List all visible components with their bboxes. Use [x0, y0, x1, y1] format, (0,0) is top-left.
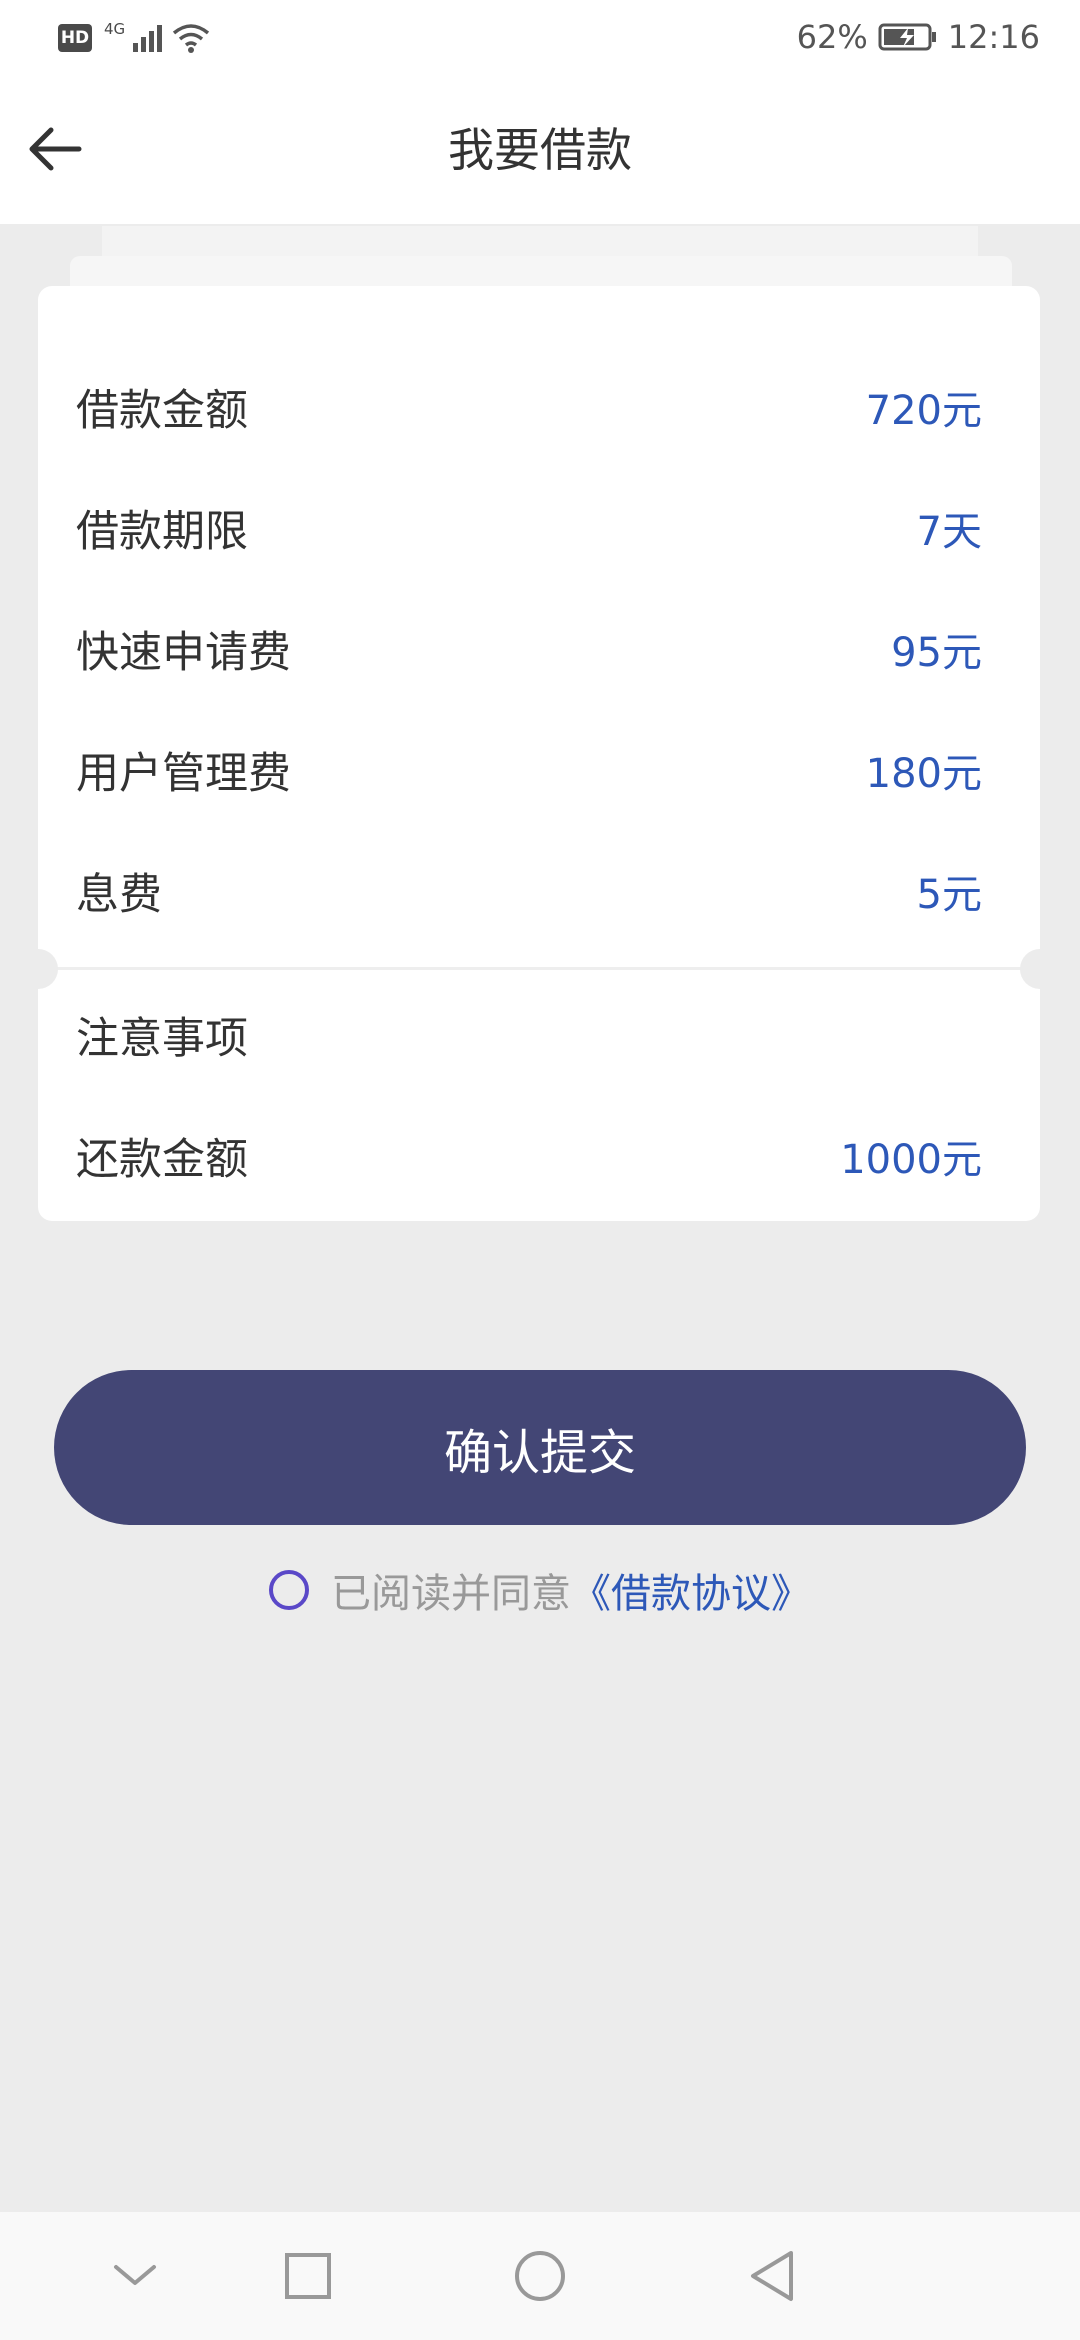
detail-value: 5元 — [916, 872, 982, 918]
header: 我要借款 — [0, 74, 1080, 224]
detail-value: 180元 — [865, 751, 982, 797]
detail-row-loan-term: 借款期限 7天 — [76, 493, 982, 563]
network-type: 4G — [104, 20, 126, 38]
system-nav-bar — [0, 2212, 1080, 2340]
signal-icon — [133, 25, 163, 52]
notice-label: 注意事项 — [76, 1014, 248, 1064]
agreement-row: 已阅读并同意 《借款协议》 — [0, 1560, 1080, 1620]
wifi-icon — [173, 24, 210, 53]
detail-row-interest: 息费 5元 — [76, 856, 982, 926]
detail-label: 快速申请费 — [76, 628, 291, 678]
card-divider — [38, 967, 1040, 970]
status-right: 62% 12:16 — [797, 16, 1040, 58]
circle-icon — [515, 2251, 565, 2301]
chevron-down-icon — [114, 2265, 156, 2285]
hd-badge: HD — [58, 24, 92, 52]
agreement-text: 已阅读并同意 — [331, 1571, 571, 1617]
card-notch-left — [18, 949, 58, 989]
nav-home-button[interactable] — [500, 2236, 580, 2316]
notice-row[interactable]: 注意事项 — [76, 1000, 982, 1070]
battery-charging-icon — [878, 23, 936, 51]
detail-row-loan-amount: 借款金额 720元 — [76, 372, 982, 442]
nav-hide-keyboard-button[interactable] — [95, 2236, 175, 2316]
card-notch-right — [1020, 949, 1060, 989]
nav-recents-button[interactable] — [268, 2236, 348, 2316]
loan-details-card: 借款金额 720元 借款期限 7天 快速申请费 95元 用户管理费 180元 息… — [18, 286, 1060, 1221]
nav-back-button[interactable] — [732, 2236, 812, 2316]
repayment-label: 还款金额 — [76, 1135, 248, 1185]
status-left: HD 4G — [58, 18, 211, 58]
detail-label: 借款期限 — [76, 507, 248, 557]
battery-percent: 62% — [796, 18, 868, 56]
clock: 12:16 — [947, 18, 1040, 56]
detail-label: 借款金额 — [76, 386, 248, 436]
page-title: 我要借款 — [448, 123, 632, 177]
square-icon — [285, 2253, 331, 2299]
repayment-row: 还款金额 1000元 — [76, 1121, 982, 1191]
detail-label: 用户管理费 — [76, 749, 291, 799]
detail-row-application-fee: 快速申请费 95元 — [76, 614, 982, 684]
detail-row-management-fee: 用户管理费 180元 — [76, 735, 982, 805]
status-bar: HD 4G 62% 12:16 — [0, 0, 1080, 74]
repayment-value: 1000元 — [840, 1137, 982, 1183]
detail-value: 7天 — [916, 509, 982, 555]
submit-button[interactable]: 确认提交 — [54, 1370, 1026, 1525]
triangle-back-icon — [751, 2251, 793, 2301]
detail-value: 95元 — [891, 630, 982, 676]
loan-agreement-link[interactable]: 《借款协议》 — [571, 1561, 811, 1619]
agree-radio[interactable] — [269, 1570, 309, 1610]
detail-label: 息费 — [76, 870, 162, 920]
detail-value: 720元 — [865, 388, 982, 434]
